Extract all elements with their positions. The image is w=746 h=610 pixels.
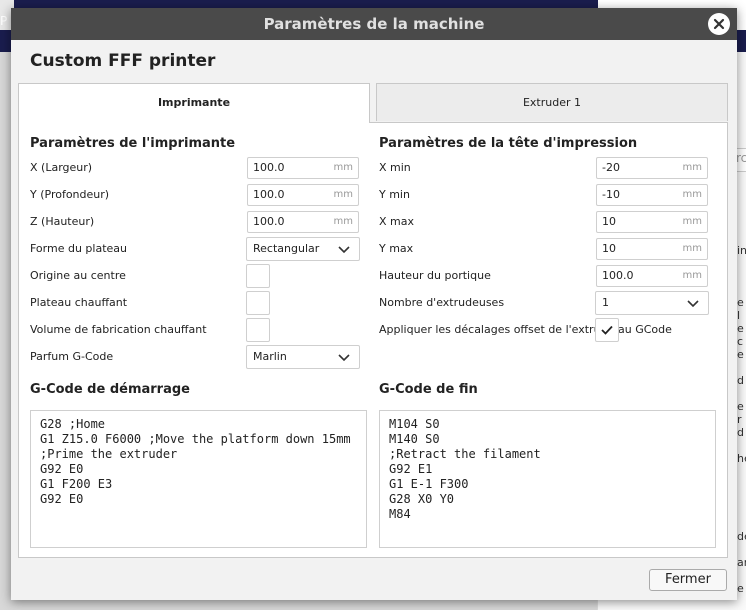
x-min-unit: mm xyxy=(682,162,702,173)
end-gcode-line: M104 S0 xyxy=(389,417,440,431)
y-max-unit: mm xyxy=(682,243,702,254)
extruder-count-value: 1 xyxy=(602,296,609,309)
end-gcode-line: G28 X0 Y0 xyxy=(389,492,455,506)
gcode-flavor-label: Parfum G-Code xyxy=(30,350,114,363)
dialog-titlebar[interactable]: Paramètres de la machine xyxy=(11,8,737,40)
start-gcode-line: G28 ;Home xyxy=(40,417,106,431)
machine-settings-dialog: Paramètres de la machine Custom FFF prin… xyxy=(11,8,737,600)
z-height-unit: mm xyxy=(333,216,353,227)
x-max-unit: mm xyxy=(682,216,702,227)
apply-offsets-checkbox[interactable] xyxy=(595,318,619,342)
app-side-text: d xyxy=(737,426,744,439)
app-header-fragment: P xyxy=(0,14,8,28)
gantry-height-label: Hauteur du portique xyxy=(379,269,491,282)
y-min-field[interactable]: -10 mm xyxy=(596,184,708,206)
tab-extruder-1[interactable]: Extruder 1 xyxy=(376,83,728,121)
bed-shape-value: Rectangular xyxy=(253,242,320,255)
start-gcode-line: G1 Z15.0 F6000 ;Move the platform down 1… xyxy=(40,432,351,446)
y-max-field[interactable]: 10 mm xyxy=(596,238,708,260)
apply-offsets-label-suffix: au GCode xyxy=(618,323,672,336)
extruder-count-select[interactable]: 1 xyxy=(595,291,709,315)
head-settings-heading: Paramètres de la tête d'impression xyxy=(379,136,638,151)
checkmark-icon xyxy=(601,325,613,335)
app-side-text: e l xyxy=(737,296,744,322)
extruder-count-label: Nombre d'extrudeuses xyxy=(379,296,505,309)
close-icon[interactable] xyxy=(708,13,730,35)
close-button[interactable]: Fermer xyxy=(649,569,727,591)
app-search-placeholder: rc xyxy=(736,151,746,165)
app-side-text: d xyxy=(737,374,744,387)
heated-volume-checkbox[interactable] xyxy=(246,318,270,342)
start-gcode-line: G1 F200 E3 xyxy=(40,477,113,491)
app-side-text: e c xyxy=(737,322,744,348)
gcode-flavor-value: Marlin xyxy=(253,350,287,363)
end-gcode-line: G1 E-1 F300 xyxy=(389,477,469,491)
app-side-text: e xyxy=(737,348,744,361)
chevron-down-icon xyxy=(338,354,350,362)
x-max-label: X max xyxy=(379,215,414,228)
apply-offsets-label: Appliquer les décalages offset de l'extr… xyxy=(379,323,615,336)
origin-center-checkbox[interactable] xyxy=(246,264,270,288)
heated-volume-label: Volume de fabrication chauffant xyxy=(30,323,207,336)
gcode-flavor-select[interactable]: Marlin xyxy=(246,345,360,369)
settings-panel: Paramètres de l'imprimante X (Largeur) 1… xyxy=(18,122,728,558)
y-min-unit: mm xyxy=(682,189,702,200)
y-max-value: 10 xyxy=(602,242,616,255)
x-width-value: 100.0 xyxy=(253,161,285,174)
app-side-text: e r xyxy=(737,400,744,426)
heated-bed-checkbox[interactable] xyxy=(246,291,270,315)
gantry-height-field[interactable]: 100.0 mm xyxy=(596,265,708,287)
bed-shape-select[interactable]: Rectangular xyxy=(246,237,360,261)
x-min-value: -20 xyxy=(602,161,620,174)
x-min-field[interactable]: -20 mm xyxy=(596,157,708,179)
chevron-down-icon xyxy=(338,246,350,254)
origin-center-label: Origine au centre xyxy=(30,269,126,282)
printer-settings-heading: Paramètres de l'imprimante xyxy=(30,136,236,151)
gantry-height-unit: mm xyxy=(682,270,702,281)
y-depth-label: Y (Profondeur) xyxy=(30,188,110,201)
printer-name: Custom FFF printer xyxy=(30,51,216,71)
end-gcode-line: M140 S0 xyxy=(389,432,440,446)
x-width-field[interactable]: 100.0 mm xyxy=(247,157,359,179)
x-width-label: X (Largeur) xyxy=(30,161,93,174)
x-max-field[interactable]: 10 mm xyxy=(596,211,708,233)
x-width-unit: mm xyxy=(333,162,353,173)
bed-shape-label: Forme du plateau xyxy=(30,242,127,255)
y-max-label: Y max xyxy=(379,242,414,255)
start-gcode-line: G92 E0 xyxy=(40,492,84,506)
y-min-value: -10 xyxy=(602,188,620,201)
gantry-height-value: 100.0 xyxy=(602,269,634,282)
z-height-field[interactable]: 100.0 mm xyxy=(247,211,359,233)
heated-bed-label: Plateau chauffant xyxy=(30,296,128,309)
end-gcode-line: G92 E1 xyxy=(389,462,433,476)
dialog-title: Paramètres de la machine xyxy=(263,15,485,33)
x-min-label: X min xyxy=(379,161,411,174)
x-max-value: 10 xyxy=(602,215,616,228)
chevron-down-icon xyxy=(687,300,699,308)
app-side-text: he xyxy=(737,452,746,465)
end-gcode-editor[interactable]: M104 S0 M140 S0 ;Retract the filament G9… xyxy=(379,410,716,548)
start-gcode-line: G92 E0 xyxy=(40,462,84,476)
end-gcode-line: M84 xyxy=(389,507,411,521)
app-side-text: ar xyxy=(737,556,746,569)
y-depth-value: 100.0 xyxy=(253,188,285,201)
y-min-label: Y min xyxy=(379,188,410,201)
y-depth-unit: mm xyxy=(333,189,353,200)
start-gcode-editor[interactable]: G28 ;Home G1 Z15.0 F6000 ;Move the platf… xyxy=(30,410,367,548)
start-gcode-line: ;Prime the extruder xyxy=(40,447,178,461)
z-height-label: Z (Hauteur) xyxy=(30,215,95,228)
app-side-text: e xyxy=(737,582,744,595)
z-height-value: 100.0 xyxy=(253,215,285,228)
app-side-text: in xyxy=(737,244,746,257)
app-side-text: de xyxy=(737,530,746,543)
start-gcode-heading: G-Code de démarrage xyxy=(30,382,190,397)
end-gcode-heading: G-Code de fin xyxy=(379,382,478,397)
y-depth-field[interactable]: 100.0 mm xyxy=(247,184,359,206)
tab-imprimante[interactable]: Imprimante xyxy=(18,83,370,123)
end-gcode-line: ;Retract the filament xyxy=(389,447,541,461)
